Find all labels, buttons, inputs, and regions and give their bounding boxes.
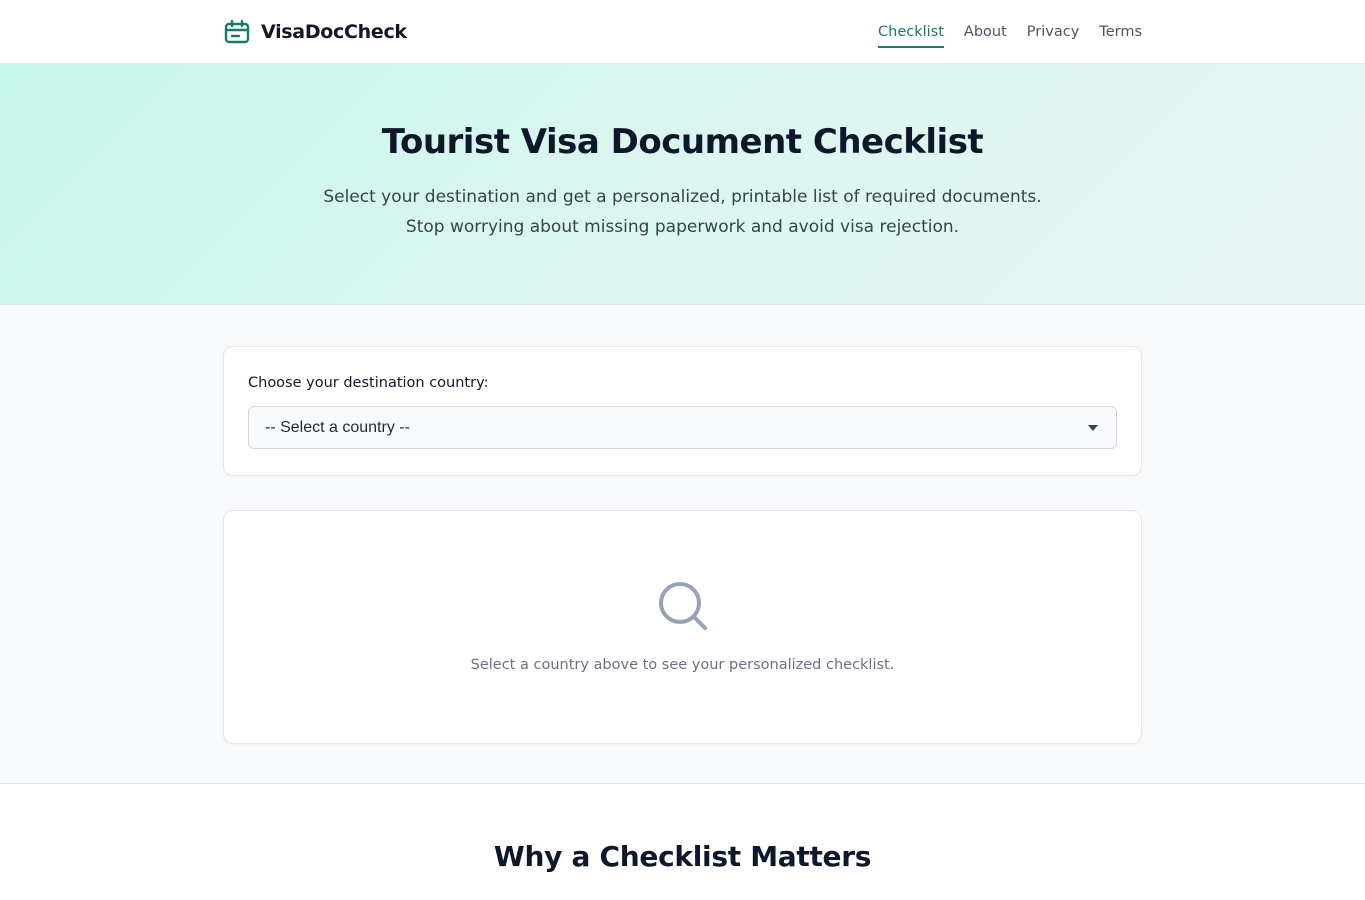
hero-section: Tourist Visa Document Checklist Select y…	[0, 64, 1365, 305]
nav-link-terms[interactable]: Terms	[1099, 0, 1142, 64]
why-checklist-section: Why a Checklist Matters	[0, 783, 1365, 900]
country-select[interactable]: -- Select a country --	[248, 406, 1117, 449]
country-select-value: -- Select a country --	[265, 418, 410, 436]
chevron-down-icon	[1088, 424, 1098, 431]
brand-name: VisaDocCheck	[261, 21, 407, 43]
brand-logo[interactable]: VisaDocCheck	[223, 18, 407, 46]
header-inner: VisaDocCheck Checklist About Privacy Ter…	[223, 0, 1142, 64]
country-select-label: Choose your destination country:	[248, 375, 489, 391]
hero-title: Tourist Visa Document Checklist	[381, 122, 984, 162]
nav-link-privacy[interactable]: Privacy	[1027, 0, 1080, 64]
main-content: Choose your destination country: -- Sele…	[223, 305, 1142, 744]
site-header: VisaDocCheck Checklist About Privacy Ter…	[0, 0, 1365, 64]
empty-state-message: Select a country above to see your perso…	[470, 657, 895, 673]
nav-link-about[interactable]: About	[964, 0, 1007, 64]
checklist-result-card: Select a country above to see your perso…	[223, 510, 1142, 744]
main-nav: Checklist About Privacy Terms	[878, 0, 1142, 64]
search-icon	[655, 579, 711, 635]
hero-subtitle-line-1: Select your destination and get a person…	[323, 187, 1042, 207]
country-select-card: Choose your destination country: -- Sele…	[223, 346, 1142, 476]
hero-subtitle-line-2: Stop worrying about missing paperwork an…	[405, 217, 960, 237]
calendar-card-icon	[223, 18, 251, 46]
why-section-title: Why a Checklist Matters	[493, 840, 872, 873]
nav-link-checklist[interactable]: Checklist	[878, 0, 944, 64]
